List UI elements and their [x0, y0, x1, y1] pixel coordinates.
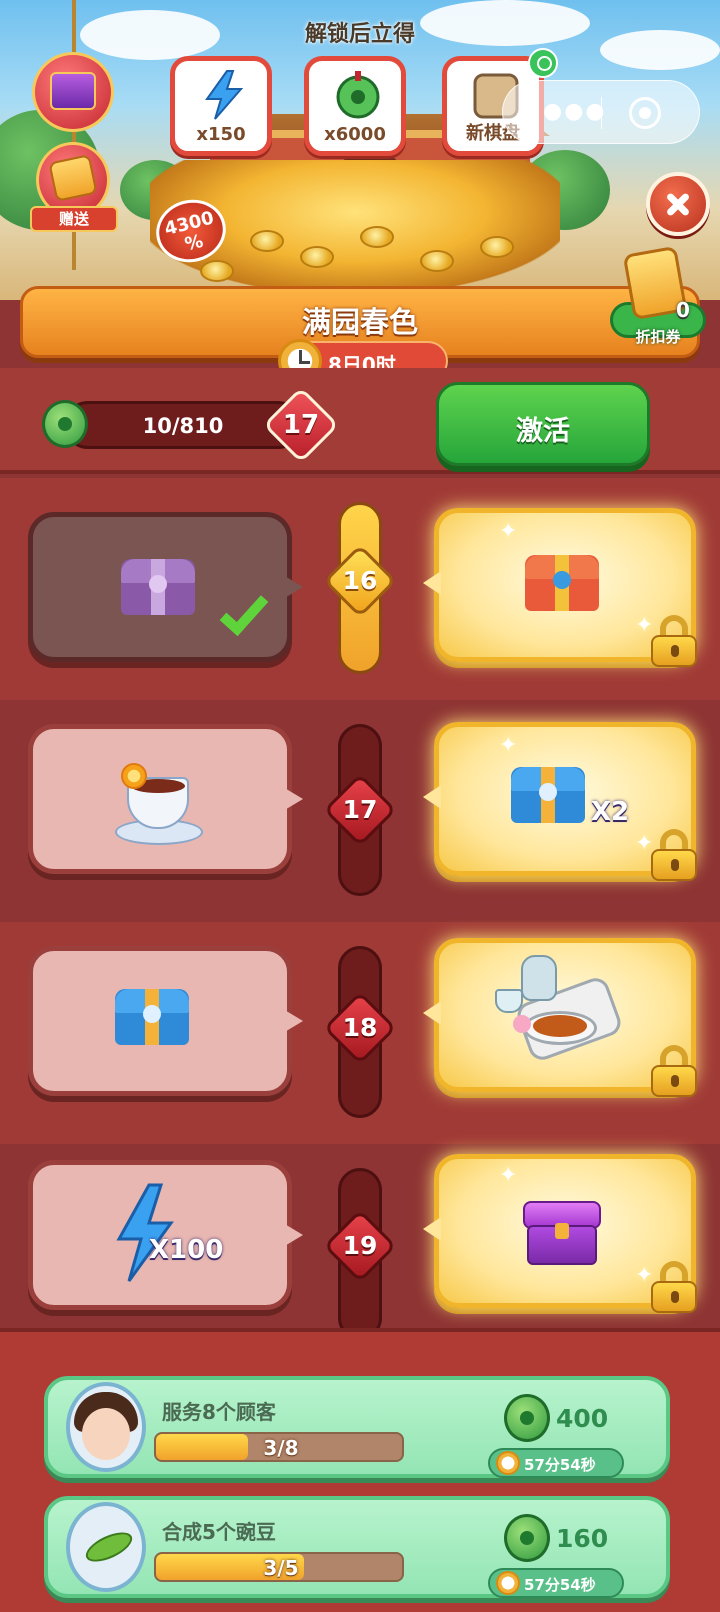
level-number: 19 [342, 1231, 378, 1260]
more-options-icon[interactable]: ●●● [543, 99, 607, 124]
gift-label[interactable]: 赠送 [30, 206, 118, 232]
purple-chest-icon [121, 559, 195, 615]
tier-row-18: 18 [0, 922, 720, 1144]
coupon-count: 0 [676, 298, 690, 322]
energy-bolt-icon [205, 70, 244, 120]
tea-cup-icon [115, 761, 205, 851]
lock-icon [651, 829, 697, 881]
lock-icon [651, 1261, 697, 1313]
coin [360, 226, 394, 248]
level-number: 16 [342, 566, 378, 595]
task-progress-text: 3/8 [263, 1436, 299, 1460]
clock-icon [496, 1451, 520, 1475]
gift-box-icon [50, 72, 96, 110]
mini-program-capsule: ●●● [502, 80, 700, 144]
lock-icon [651, 1045, 697, 1097]
red-chest-icon [525, 555, 599, 611]
coupon-label: 折扣券 [635, 328, 681, 346]
purple-box-icon [523, 1201, 601, 1265]
free-reward-card[interactable] [28, 512, 292, 662]
activate-label: 激活 [516, 416, 570, 447]
level-number: 17 [342, 795, 378, 824]
jade-coin-icon [504, 1394, 550, 1442]
free-reward-card[interactable] [28, 946, 292, 1096]
coin [250, 230, 284, 252]
level-milestone: 18 [323, 991, 397, 1065]
task-reward: 400 [556, 1404, 609, 1433]
task-timer-text: 57分54秒 [524, 1576, 596, 1594]
level-milestone: 17 [323, 773, 397, 847]
premium-reward-card[interactable]: ✦ ✦ X2 [434, 722, 697, 881]
blue-chest-icon [115, 989, 189, 1045]
premium-reward-card[interactable]: ✦ ✦ [434, 1154, 697, 1313]
unlock-title: 解锁后立得 [304, 22, 415, 47]
pea-avatar [66, 1502, 146, 1592]
energy-bolt-icon [116, 1183, 174, 1282]
food-tray-icon [491, 949, 627, 1079]
unlock-reward-energy[interactable]: x150 [170, 56, 272, 156]
unlock-reward-jade[interactable]: x6000 [304, 56, 406, 156]
sparkle-icon: ✦ [499, 733, 518, 758]
task-name: 合成5个豌豆 [162, 1520, 276, 1544]
capsule-divider [601, 97, 602, 129]
activate-button[interactable]: 激活 [436, 382, 650, 466]
tier-row-16: 16 ✦ ✦ [0, 478, 720, 700]
clock-icon [496, 1571, 520, 1595]
event-title: 满园春色 [301, 305, 418, 339]
premium-reward-card[interactable]: ✦ ✦ [434, 508, 697, 667]
free-reward-card[interactable] [28, 724, 292, 874]
task-timer-text: 57分54秒 [524, 1456, 596, 1474]
coin [200, 260, 234, 282]
pea-pod-icon [81, 1526, 137, 1568]
coin [480, 236, 514, 258]
premium-quantity: X2 [591, 797, 630, 827]
task-timer: 57分54秒 [488, 1448, 624, 1478]
jade-coin-icon [42, 400, 88, 448]
ticket-icon [48, 154, 98, 202]
discount-coupon[interactable]: 0 折扣券 [610, 245, 706, 350]
jade-coin-icon [504, 1514, 550, 1562]
unlock-reward-label: x150 [196, 124, 246, 145]
coin [420, 250, 454, 272]
task-name: 服务8个顾客 [162, 1400, 276, 1424]
level-milestone: 19 [323, 1209, 397, 1283]
exit-target-icon[interactable] [629, 97, 661, 129]
premium-reward-card[interactable] [434, 938, 697, 1097]
claimed-check-icon [219, 585, 269, 637]
level-number: 18 [342, 1013, 378, 1042]
points-progress-text: 10/810 [142, 414, 224, 438]
lock-icon [651, 615, 697, 667]
free-reward-card[interactable]: X100 [28, 1160, 292, 1310]
free-quantity: X100 [149, 1235, 224, 1265]
task-progress-text: 3/5 [263, 1556, 299, 1580]
task-reward: 160 [556, 1524, 609, 1553]
sparkle-icon: ✦ [499, 1163, 518, 1188]
level-milestone: 16 [323, 544, 397, 618]
current-level: 17 [282, 410, 320, 440]
coin [300, 246, 334, 268]
task-card[interactable]: 合成5个豌豆 3/5 160 57分54秒 [44, 1496, 670, 1598]
customer-avatar [66, 1382, 146, 1472]
task-timer: 57分54秒 [488, 1568, 624, 1598]
sparkle-icon: ✦ [499, 519, 518, 544]
tier-row-17: 17 ✦ ✦ X2 [0, 700, 720, 922]
search-icon[interactable] [528, 48, 558, 78]
task-progress-bar: 3/8 [154, 1432, 404, 1462]
unlock-reward-label: x6000 [324, 124, 386, 145]
jade-coin-icon [336, 71, 380, 119]
close-button[interactable] [646, 172, 710, 236]
task-card[interactable]: 服务8个顾客 3/8 400 57分54秒 [44, 1376, 670, 1478]
blue-chest-icon [511, 767, 585, 823]
task-progress-bar: 3/5 [154, 1552, 404, 1582]
